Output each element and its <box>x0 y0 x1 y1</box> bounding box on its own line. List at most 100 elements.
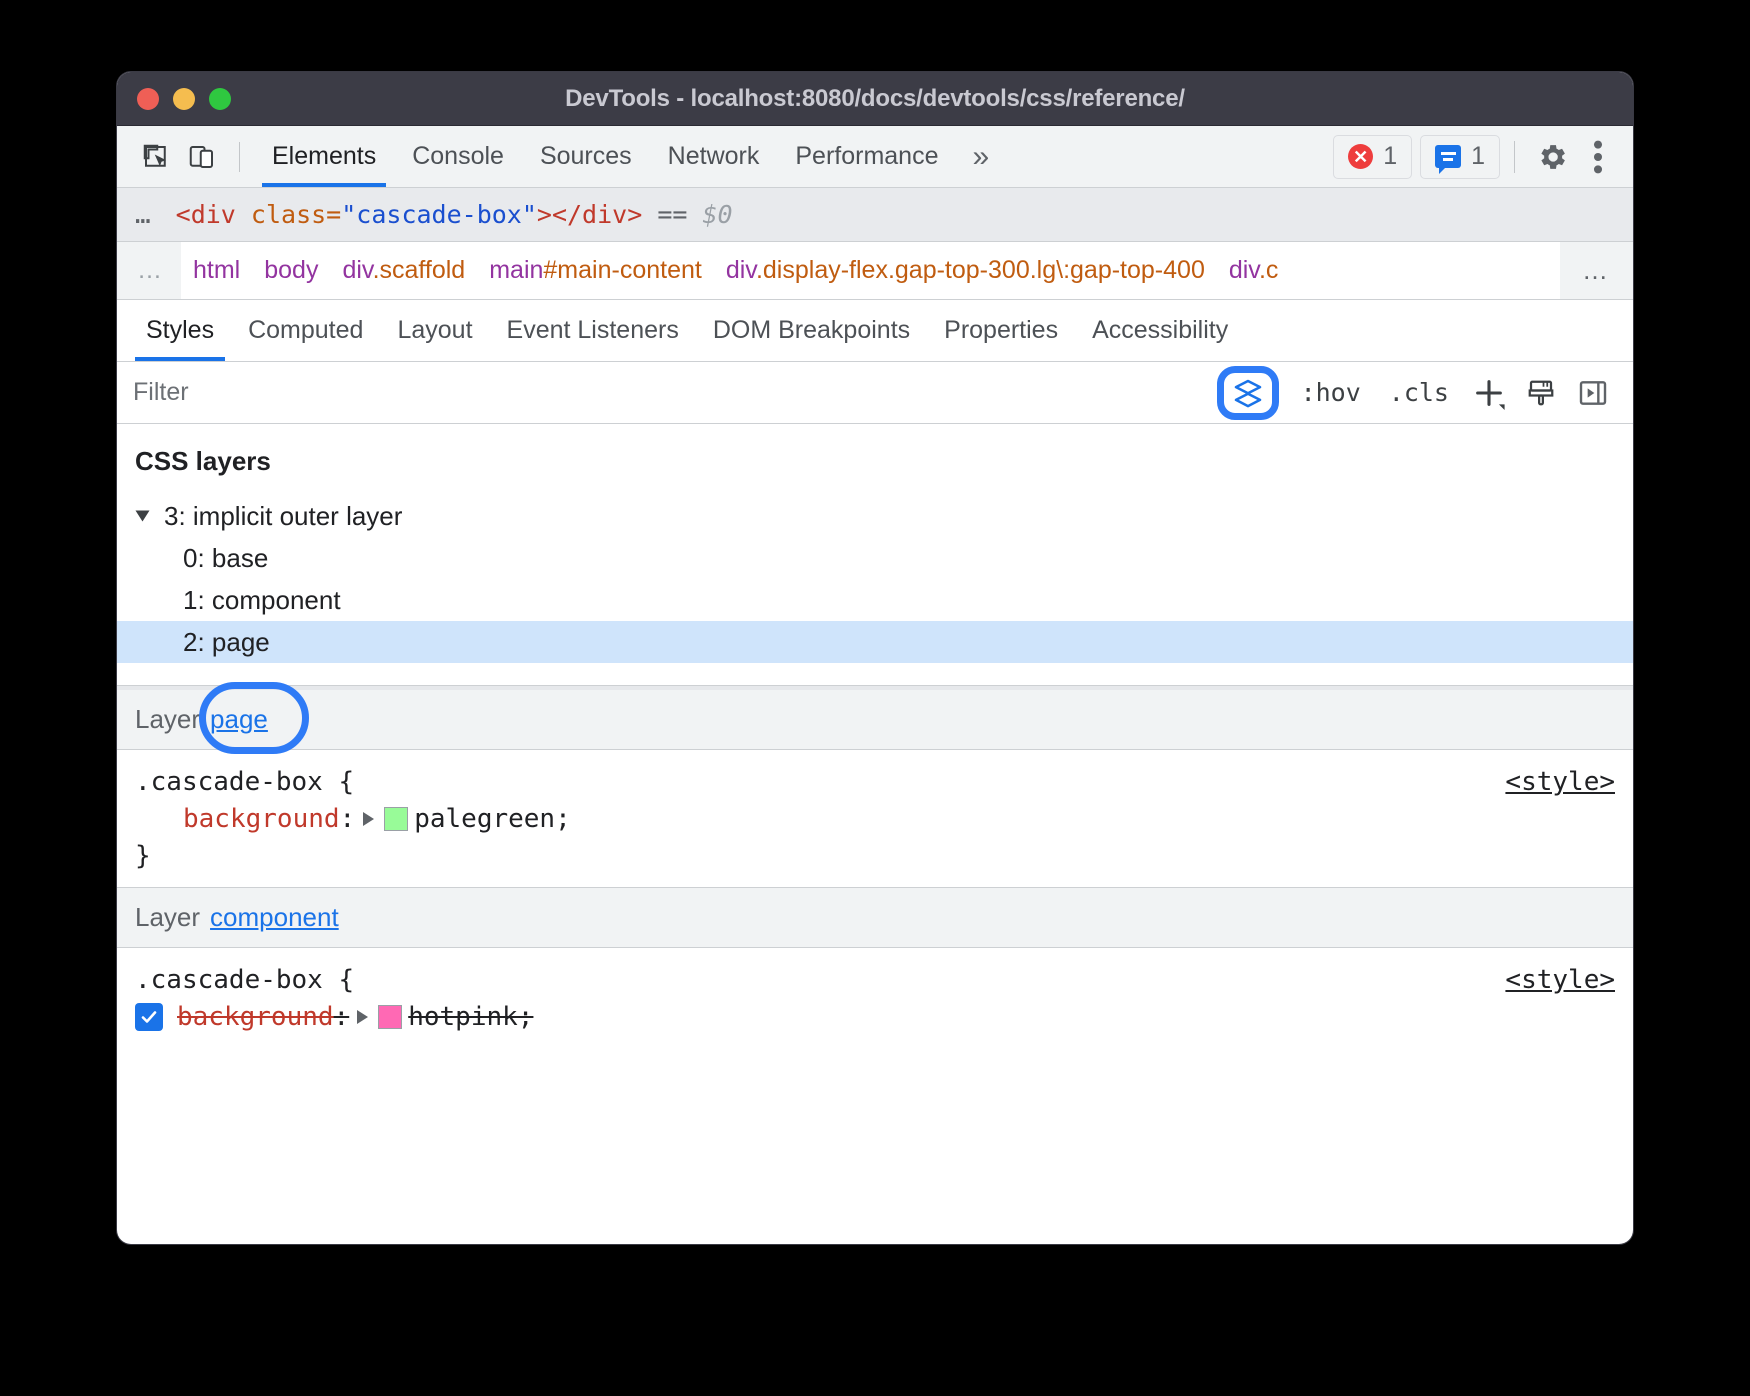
layer-tree-item-base[interactable]: 0: base <box>117 537 1633 579</box>
color-swatch[interactable] <box>384 807 408 831</box>
rule-source-link[interactable]: <style> <box>1505 962 1615 999</box>
tab-accessibility[interactable]: Accessibility <box>1075 300 1245 361</box>
breadcrumb-item-div-scaffold[interactable]: div.scaffold <box>330 256 477 285</box>
breadcrumb: … html body div.scaffold main#main-conte… <box>117 242 1633 300</box>
style-rule-component: .cascade-box { background: hotpink; } <st… <box>117 948 1633 1037</box>
breadcrumb-overflow-left[interactable]: … <box>117 242 181 299</box>
tab-sources[interactable]: Sources <box>522 126 650 187</box>
toggle-pseudo-states-button[interactable]: :hov <box>1287 378 1375 407</box>
chevron-right-icon[interactable] <box>363 812 374 826</box>
layer-header-component: Layer component <box>117 888 1633 948</box>
panel-tabs: Elements Console Sources Network Perform… <box>254 126 1005 187</box>
add-declaration-button[interactable]: + <box>1587 1036 1611 1037</box>
tab-console[interactable]: Console <box>394 126 522 187</box>
tab-properties[interactable]: Properties <box>927 300 1075 361</box>
breadcrumb-overflow-right[interactable]: … <box>1560 242 1633 299</box>
layer-header-page: Layer page <box>117 690 1633 750</box>
device-toolbar-icon[interactable] <box>179 135 225 179</box>
layer-tree-item-component[interactable]: 1: component <box>117 579 1633 621</box>
dom-tag-open: <div <box>176 200 251 229</box>
tab-computed[interactable]: Computed <box>231 300 380 361</box>
tab-styles[interactable]: Styles <box>129 300 231 361</box>
css-layers-icon <box>1232 377 1264 409</box>
chevron-down-icon[interactable] <box>136 511 150 522</box>
show-computed-sidebar-button[interactable] <box>1567 370 1619 416</box>
paintbrush-icon <box>1526 377 1556 409</box>
declaration-value[interactable]: palegreen; <box>414 801 571 838</box>
rule-source-link[interactable]: <style> <box>1505 764 1615 801</box>
layer-tree-label: 1: component <box>183 585 341 616</box>
window-title: DevTools - localhost:8080/docs/devtools/… <box>117 72 1633 125</box>
rule-selector[interactable]: .cascade-box { <box>117 764 1633 801</box>
layer-tree-item-page[interactable]: 2: page <box>117 621 1633 663</box>
tab-event-listeners[interactable]: Event Listeners <box>490 300 696 361</box>
search-input[interactable] <box>133 362 1213 423</box>
declaration-property[interactable]: background <box>177 999 334 1036</box>
dom-equals: == <box>657 200 687 229</box>
declaration-background-disabled[interactable]: background: hotpink; <box>117 999 1633 1036</box>
inspect-element-icon[interactable] <box>133 135 179 179</box>
breadcrumb-item-html[interactable]: html <box>181 256 252 285</box>
declaration-value[interactable]: hotpink; <box>408 999 533 1036</box>
dom-dollar-ref: $0 <box>703 200 733 229</box>
toggle-class-editor-button[interactable]: .cls <box>1375 378 1463 407</box>
gear-icon[interactable] <box>1529 135 1575 179</box>
dom-tree-ellipsis[interactable]: … <box>117 200 176 230</box>
tab-properties-label: Properties <box>944 316 1058 345</box>
breadcrumb-item-div-display-flex[interactable]: div.display-flex.gap-top-300.lg\:gap-top… <box>714 256 1217 285</box>
tab-elements-label: Elements <box>272 142 376 171</box>
rule-selector[interactable]: .cascade-box { <box>117 962 1633 999</box>
breadcrumb-tag: main <box>489 256 543 284</box>
new-style-rule-button[interactable] <box>1463 370 1515 416</box>
declaration-background[interactable]: background:palegreen; <box>117 801 1633 838</box>
more-tabs-icon[interactable]: » <box>956 142 1005 172</box>
breadcrumb-tag: div <box>1229 256 1259 284</box>
tab-sources-label: Sources <box>540 142 632 171</box>
color-swatch[interactable] <box>378 1005 402 1029</box>
error-count-button[interactable]: ✕ 1 <box>1333 135 1412 179</box>
tab-layout[interactable]: Layout <box>380 300 489 361</box>
layer-link-page[interactable]: page <box>210 704 268 735</box>
rule-close-text: } <box>135 1036 151 1037</box>
dom-tag-close: ></div> <box>537 200 642 229</box>
error-icon: ✕ <box>1348 144 1373 169</box>
tab-network[interactable]: Network <box>650 126 778 187</box>
tab-layout-label: Layout <box>397 316 472 345</box>
breadcrumb-item-div-cascade-box[interactable]: div.c <box>1217 256 1291 285</box>
three-dot-menu-icon[interactable] <box>1575 135 1621 179</box>
close-window-button[interactable] <box>137 88 159 110</box>
declaration-property[interactable]: background <box>183 801 340 838</box>
toolbar-right-group: ✕ 1 1 <box>1325 135 1621 179</box>
declaration-colon: : <box>334 999 350 1036</box>
devtools-window: DevTools - localhost:8080/docs/devtools/… <box>117 72 1633 1244</box>
title-bar: DevTools - localhost:8080/docs/devtools/… <box>117 72 1633 126</box>
tab-dom-breakpoints[interactable]: DOM Breakpoints <box>696 300 927 361</box>
breadcrumb-item-main-content[interactable]: main#main-content <box>477 256 714 285</box>
screenshot-root: DevTools - localhost:8080/docs/devtools/… <box>0 0 1750 1396</box>
toolbar-divider <box>239 142 240 172</box>
plus-icon <box>1472 376 1506 410</box>
css-layers-button[interactable] <box>1217 366 1279 420</box>
show-computed-sidebar-icon <box>1577 377 1609 409</box>
declaration-enabled-checkbox[interactable] <box>135 1003 163 1031</box>
selected-dom-node-row[interactable]: … <div class="cascade-box"></div> == $0 <box>117 188 1633 242</box>
tab-event-listeners-label: Event Listeners <box>507 316 679 345</box>
breadcrumb-item-body[interactable]: body <box>252 256 330 285</box>
layer-tree-label: 0: base <box>183 543 268 574</box>
tab-performance[interactable]: Performance <box>777 126 956 187</box>
breadcrumb-sub: #main-content <box>543 256 701 284</box>
minimize-window-button[interactable] <box>173 88 195 110</box>
layer-tree-label: 3: implicit outer layer <box>164 501 402 532</box>
message-count-label: 1 <box>1471 142 1485 171</box>
copy-styles-button[interactable] <box>1515 370 1567 416</box>
layer-prefix-label: Layer <box>135 902 200 933</box>
devtools-toolbar: Elements Console Sources Network Perform… <box>117 126 1633 188</box>
layer-tree-item-implicit-outer[interactable]: 3: implicit outer layer <box>117 495 1633 537</box>
tab-elements[interactable]: Elements <box>254 126 394 187</box>
message-count-button[interactable]: 1 <box>1420 135 1500 179</box>
tab-network-label: Network <box>668 142 760 171</box>
zoom-window-button[interactable] <box>209 88 231 110</box>
dom-attr-name: class= <box>251 200 341 229</box>
layer-link-component[interactable]: component <box>210 902 339 933</box>
chevron-right-icon[interactable] <box>357 1010 368 1024</box>
